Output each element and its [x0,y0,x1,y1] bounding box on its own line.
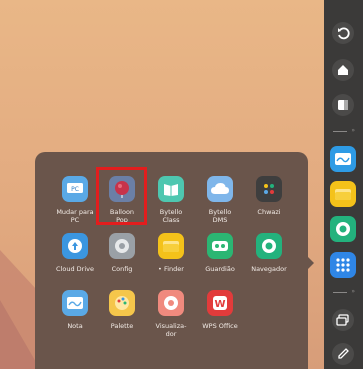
settings-gear-icon [109,233,135,259]
app-label: Chwazi [257,208,281,216]
dock-app-grid-button[interactable] [330,252,356,278]
app-palette[interactable]: Palette [96,290,148,330]
back-icon [338,27,350,40]
app-wps-office[interactable]: W WPS Office [194,290,246,330]
recents-button[interactable] [332,94,354,116]
chwazi-icon [256,176,282,202]
browser-icon [256,233,282,259]
app-bytello-class[interactable]: Bytello Class [145,176,197,224]
pen-icon [338,348,349,359]
app-label: Bytello DMS [208,208,232,224]
right-dock: » » [324,0,363,369]
pen-button[interactable] [332,343,354,365]
app-label: Palette [110,322,134,330]
pc-switch-icon: PC [62,176,88,202]
bytello-class-icon [158,176,184,202]
palette-icon [109,290,135,316]
dock-separator[interactable]: » [333,288,355,296]
app-chwazi[interactable]: Chwazi [243,176,295,216]
selection-highlight [96,167,147,225]
browser-icon [336,222,350,236]
app-cloud-drive[interactable]: Cloud Drive [49,233,101,273]
whiteboard-icon [335,153,351,165]
finder-folder-icon [158,233,184,259]
app-label: • Finder [158,265,184,273]
app-label: Visualiza- dor [155,322,187,338]
svg-text:PC: PC [71,186,79,193]
guardian-icon [207,233,233,259]
svg-text:W: W [214,299,225,310]
app-label: Nota [67,322,83,330]
screen-share-button[interactable] [332,309,354,331]
app-nota[interactable]: Nota [49,290,101,330]
app-label: Cloud Drive [56,265,94,273]
bytello-dms-icon [207,176,233,202]
dock-browser-button[interactable] [330,216,356,242]
viewer-icon [158,290,184,316]
home-icon [338,65,348,75]
recents-icon [338,100,348,110]
app-finder[interactable]: • Finder [145,233,197,273]
app-label: Config [111,265,133,273]
app-bytello-dms[interactable]: Bytello DMS [194,176,246,224]
home-button[interactable] [332,59,354,81]
finder-folder-icon [335,189,351,200]
panel-pointer [307,256,314,270]
screen-share-icon [336,314,349,326]
app-visualizador[interactable]: Visualiza- dor [145,290,197,338]
app-label: Navegador [251,265,287,273]
app-mudar-para-pc[interactable]: PC Mudar para PC [49,176,101,224]
app-grid-icon [336,258,350,272]
dock-separator[interactable]: » [333,127,355,135]
app-navegador[interactable]: Navegador [243,233,295,273]
app-label: Guardião [205,265,235,273]
app-label: Bytello Class [159,208,183,224]
app-label: WPS Office [202,322,238,330]
back-button[interactable] [332,22,354,44]
app-guardiao[interactable]: Guardião [194,233,246,273]
note-icon [62,290,88,316]
app-label: Mudar para PC [56,208,94,224]
cloud-drive-icon [62,233,88,259]
dock-finder-button[interactable] [330,181,356,207]
app-config[interactable]: Config [96,233,148,273]
dock-whiteboard-button[interactable] [330,146,356,172]
wps-office-icon: W [207,290,233,316]
